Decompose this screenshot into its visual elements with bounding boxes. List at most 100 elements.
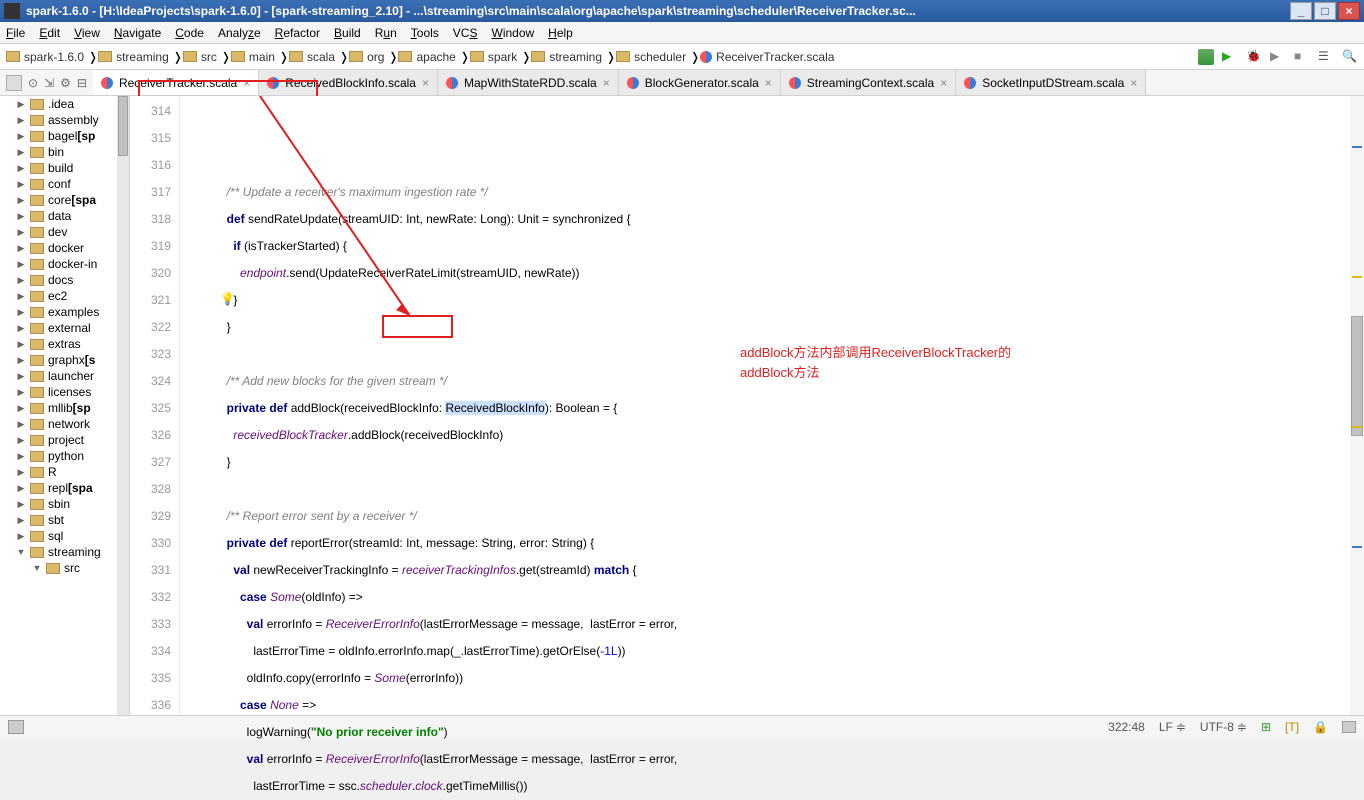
tree-item[interactable]: ▶python <box>0 448 129 464</box>
breadcrumb-item[interactable]: spark-1.6.0 <box>6 50 84 64</box>
sidebar-scroll-thumb[interactable] <box>118 96 128 156</box>
menu-edit[interactable]: Edit <box>39 26 60 40</box>
tree-item[interactable]: ▼streaming <box>0 544 129 560</box>
tree-item[interactable]: ▶bagel [sp <box>0 128 129 144</box>
chevron-right-icon[interactable]: ▶ <box>16 243 26 254</box>
chevron-right-icon[interactable]: ▶ <box>16 115 26 126</box>
breadcrumb-item[interactable]: src <box>183 50 217 64</box>
editor-tab[interactable]: ReceivedBlockInfo.scala× <box>259 70 438 95</box>
menu-refactor[interactable]: Refactor <box>275 26 320 40</box>
editor-tab[interactable]: BlockGenerator.scala× <box>619 70 781 95</box>
tree-item[interactable]: ▶ec2 <box>0 288 129 304</box>
tree-item[interactable]: ▶sbt <box>0 512 129 528</box>
menu-build[interactable]: Build <box>334 26 361 40</box>
chevron-right-icon[interactable]: ▶ <box>16 99 26 110</box>
editor-tab[interactable]: ReceiverTracker.scala× <box>93 70 259 95</box>
tree-item[interactable]: ▶external <box>0 320 129 336</box>
close-button[interactable]: × <box>1338 2 1360 20</box>
chevron-right-icon[interactable]: ▶ <box>16 499 26 510</box>
status-indicator-icon[interactable] <box>8 720 24 734</box>
chevron-right-icon[interactable]: ▶ <box>16 387 26 398</box>
code-editor[interactable]: 3143153163173183193203213223233243253263… <box>130 96 1364 715</box>
close-tab-icon[interactable]: × <box>243 76 250 90</box>
tree-item[interactable]: ▶extras <box>0 336 129 352</box>
chevron-right-icon[interactable]: ▶ <box>16 419 26 430</box>
chevron-right-icon[interactable]: ▶ <box>16 531 26 542</box>
breadcrumb-item[interactable]: streaming <box>98 50 169 64</box>
editor-scroll-thumb[interactable] <box>1351 316 1363 436</box>
tree-item[interactable]: ▶core [spa <box>0 192 129 208</box>
chevron-down-icon[interactable]: ▼ <box>32 563 42 573</box>
menu-vcs[interactable]: VCS <box>453 26 478 40</box>
tree-item[interactable]: ▶dev <box>0 224 129 240</box>
tree-item[interactable]: ▶conf <box>0 176 129 192</box>
intention-bulb-icon[interactable]: 💡 <box>220 286 235 313</box>
tree-item[interactable]: ▶sql <box>0 528 129 544</box>
close-tab-icon[interactable]: × <box>422 76 429 90</box>
minimize-button[interactable]: _ <box>1290 2 1312 20</box>
structure-icon[interactable]: ☰ <box>1318 49 1334 65</box>
menu-run[interactable]: Run <box>375 26 397 40</box>
editor-tab[interactable]: StreamingContext.scala× <box>781 70 956 95</box>
menu-help[interactable]: Help <box>548 26 573 40</box>
breadcrumb-item[interactable]: org <box>349 50 384 64</box>
project-view-icon[interactable] <box>6 75 22 91</box>
tree-item[interactable]: ▶docker-in <box>0 256 129 272</box>
editor-tab[interactable]: MapWithStateRDD.scala× <box>438 70 619 95</box>
chevron-right-icon[interactable]: ▶ <box>16 275 26 286</box>
tree-item[interactable]: ▶launcher <box>0 368 129 384</box>
collapse-icon[interactable]: ⇲ <box>44 76 54 90</box>
chevron-right-icon[interactable]: ▶ <box>16 227 26 238</box>
settings-icon[interactable]: ⚙ <box>60 76 71 90</box>
tree-item[interactable]: ▶R <box>0 464 129 480</box>
editor-scrollbar[interactable] <box>1350 96 1364 715</box>
chevron-right-icon[interactable]: ▶ <box>16 179 26 190</box>
close-tab-icon[interactable]: × <box>765 76 772 90</box>
tree-item[interactable]: ▶assembly <box>0 112 129 128</box>
close-tab-icon[interactable]: × <box>1130 76 1137 90</box>
menu-view[interactable]: View <box>74 26 100 40</box>
chevron-right-icon[interactable]: ▶ <box>16 435 26 446</box>
chevron-down-icon[interactable]: ▼ <box>16 547 26 557</box>
tree-item[interactable]: ▶build <box>0 160 129 176</box>
chevron-right-icon[interactable]: ▶ <box>16 451 26 462</box>
breadcrumb-item[interactable]: scala <box>289 50 335 64</box>
tree-item[interactable]: ▶network <box>0 416 129 432</box>
breadcrumb-item[interactable]: apache <box>398 50 455 64</box>
tree-item[interactable]: ▶repl [spa <box>0 480 129 496</box>
chevron-right-icon[interactable]: ▶ <box>16 211 26 222</box>
editor-tab[interactable]: SocketInputDStream.scala× <box>956 70 1146 95</box>
debug-icon[interactable]: 🐞 <box>1246 49 1262 65</box>
tree-item[interactable]: ▶docker <box>0 240 129 256</box>
chevron-right-icon[interactable]: ▶ <box>16 403 26 414</box>
chevron-right-icon[interactable]: ▶ <box>16 259 26 270</box>
tree-item[interactable]: ▼src <box>0 560 129 576</box>
menu-tools[interactable]: Tools <box>411 26 439 40</box>
breadcrumb-item[interactable]: main <box>231 50 275 64</box>
chevron-right-icon[interactable]: ▶ <box>16 195 26 206</box>
sidebar-scrollbar[interactable] <box>117 96 129 715</box>
chevron-right-icon[interactable]: ▶ <box>16 371 26 382</box>
menu-code[interactable]: Code <box>175 26 204 40</box>
tree-item[interactable]: ▶licenses <box>0 384 129 400</box>
code-area[interactable]: /** Update a receiver's maximum ingestio… <box>180 96 1364 715</box>
tree-item[interactable]: ▶docs <box>0 272 129 288</box>
tree-item[interactable]: ▶sbin <box>0 496 129 512</box>
binary-view-icon[interactable] <box>1198 49 1214 65</box>
breadcrumb-item[interactable]: spark <box>470 50 517 64</box>
tree-item[interactable]: ▶data <box>0 208 129 224</box>
search-icon[interactable]: 🔍 <box>1342 49 1358 65</box>
run-icon[interactable]: ▶ <box>1222 49 1238 65</box>
coverage-icon[interactable]: ▶ <box>1270 49 1286 65</box>
menu-analyze[interactable]: Analyze <box>218 26 261 40</box>
chevron-right-icon[interactable]: ▶ <box>16 291 26 302</box>
tree-item[interactable]: ▶.idea <box>0 96 129 112</box>
close-tab-icon[interactable]: × <box>940 76 947 90</box>
chevron-right-icon[interactable]: ▶ <box>16 339 26 350</box>
chevron-right-icon[interactable]: ▶ <box>16 323 26 334</box>
select-opened-icon[interactable]: ⊙ <box>28 76 38 90</box>
breadcrumb-item[interactable]: ReceiverTracker.scala <box>700 50 834 64</box>
chevron-right-icon[interactable]: ▶ <box>16 147 26 158</box>
chevron-right-icon[interactable]: ▶ <box>16 163 26 174</box>
hide-icon[interactable]: ⊟ <box>77 76 87 90</box>
